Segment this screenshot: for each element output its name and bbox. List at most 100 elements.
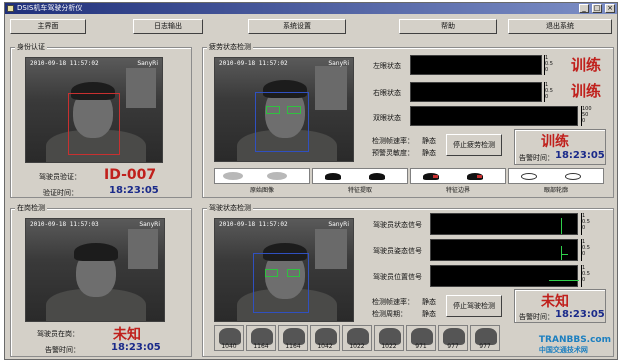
both-eye-label: 双眼状态 xyxy=(373,114,401,122)
presence-time-label: 告警时间： xyxy=(45,346,80,354)
driver-verify-label: 驾驶员验证： xyxy=(39,173,81,181)
watermark-site: TRANBBS.com xyxy=(538,335,611,345)
presence-group: 在岗检测 2010-09-18 11:57:03 SanyRi 驾驶员在岗： 未… xyxy=(10,204,192,357)
driving-period-label: 检测周期： xyxy=(372,310,407,318)
fatigue-camera-view: 2010-09-18 11:57:02 SanyRi xyxy=(214,57,354,162)
fatigue-timestamp: 2010-09-18 11:57:02 xyxy=(219,60,288,67)
driver-position-scale: 1 0.5 0 xyxy=(581,265,590,287)
detect-rate-label: 检测帧速率： xyxy=(372,137,414,145)
app-window: DSIS机车驾驶分析仪 _ □ × 主界面 日志输出 系统设置 帮助 退出系统 … xyxy=(4,2,618,360)
fatigue-group: 疲劳状态检测 2010-09-18 11:57:02 SanyRi 左眼状态 1… xyxy=(202,43,614,198)
feature-edge-image xyxy=(410,168,506,184)
thumbnail-frame-number: 977 xyxy=(447,343,459,350)
left-eye-status: 训练 xyxy=(571,56,602,74)
watermark-logo: TRANBBS.com 中国交通技术网 xyxy=(539,335,611,355)
close-button[interactable]: × xyxy=(605,4,615,13)
feature-original-caption: 原始图像 xyxy=(249,187,274,194)
stop-fatigue-button[interactable]: 停止疲劳检测 xyxy=(446,134,502,156)
left-eye-signal xyxy=(410,55,542,75)
face-thumbnail[interactable]: 1164 xyxy=(246,325,276,351)
face-thumbnail[interactable]: 977 xyxy=(438,325,468,351)
right-eye-signal xyxy=(410,82,542,102)
face-thumbnail[interactable]: 1022 xyxy=(342,325,372,351)
warn-sensitivity-value: 静态 xyxy=(422,149,436,157)
feature-contour-caption: 眼部轮廓 xyxy=(543,187,568,194)
thumbnail-frame-number: 977 xyxy=(479,343,491,350)
menu-main-button[interactable]: 主界面 xyxy=(10,19,86,34)
feature-contour-image xyxy=(508,168,604,184)
right-eye-scale: 1 0.5 0 xyxy=(544,82,553,102)
both-eye-scale: 100 50 0 xyxy=(581,106,592,126)
title-bar: DSIS机车驾驶分析仪 xyxy=(5,3,617,14)
fatigue-warn-time-label: 告警时间： xyxy=(519,154,554,162)
thumbnail-frame-number: 1042 xyxy=(317,343,333,350)
stop-driving-button[interactable]: 停止驾驶检测 xyxy=(446,295,502,317)
driving-timestamp: 2010-09-18 11:57:02 xyxy=(219,221,288,228)
identity-legend: 身份认证 xyxy=(15,43,47,52)
presence-legend: 在岗检测 xyxy=(15,204,47,213)
fatigue-warn-time-value: 18:23:05 xyxy=(555,150,605,161)
feature-original-image xyxy=(214,168,310,184)
presence-timestamp: 2010-09-18 11:57:03 xyxy=(30,221,99,228)
app-icon xyxy=(7,5,14,12)
menu-exit-button[interactable]: 退出系统 xyxy=(508,19,612,34)
identity-camera-view: 2010-09-18 11:57:02 SanyRi xyxy=(25,57,163,163)
right-eye-status: 训练 xyxy=(571,82,602,100)
minimize-button[interactable]: _ xyxy=(579,4,589,13)
face-thumbnail[interactable]: 1040 xyxy=(214,325,244,351)
driving-stamp-right: SanyRi xyxy=(328,221,349,228)
thumbnail-frame-number: 1164 xyxy=(253,343,269,350)
right-eye-label: 右眼状态 xyxy=(373,89,401,97)
driving-period-value: 静态 xyxy=(422,310,436,318)
driver-posture-signal xyxy=(430,239,578,261)
thumbnail-frame-number: 971 xyxy=(415,343,427,350)
driver-state-scale: 1 0.5 0 xyxy=(581,213,590,235)
fatigue-legend: 疲劳状态检测 xyxy=(207,43,253,52)
both-eye-signal xyxy=(410,106,578,126)
right-eye-box xyxy=(287,106,301,114)
face-thumbnail[interactable]: 971 xyxy=(406,325,436,351)
driver-position-signal-label: 驾驶员位置信号 xyxy=(373,273,422,281)
thumbnail-frame-number: 1164 xyxy=(285,343,301,350)
face-thumbnail[interactable]: 1042 xyxy=(310,325,340,351)
left-eye-box xyxy=(265,269,278,277)
driver-id-value: ID-007 xyxy=(104,167,157,183)
thumbnail-frame-number: 1022 xyxy=(381,343,397,350)
thumbnail-frame-number: 1022 xyxy=(349,343,365,350)
maximize-button[interactable]: □ xyxy=(592,4,602,13)
fatigue-warning-panel: 训练 告警时间： 18:23:05 xyxy=(514,129,606,165)
menu-log-button[interactable]: 日志输出 xyxy=(133,19,203,34)
driver-state-signal xyxy=(430,213,578,235)
left-eye-scale: 1 0.5 0 xyxy=(544,55,553,75)
feature-edge-caption: 特征边界 xyxy=(445,187,470,194)
feature-extract-caption: 特征提取 xyxy=(347,187,372,194)
menu-help-button[interactable]: 帮助 xyxy=(399,19,497,34)
driving-camera-view: 2010-09-18 11:57:02 SanyRi xyxy=(214,218,354,322)
face-thumbnail[interactable]: 1022 xyxy=(374,325,404,351)
thumbnail-frame-number: 1040 xyxy=(221,343,237,350)
driving-legend: 驾驶状态检测 xyxy=(207,204,253,213)
face-thumbnail[interactable]: 977 xyxy=(470,325,500,351)
left-eye-label: 左眼状态 xyxy=(373,62,401,70)
warn-sensitivity-label: 预警灵敏度： xyxy=(372,149,414,157)
verify-time-label: 验证时间： xyxy=(43,189,78,197)
fatigue-warning-status: 训练 xyxy=(541,134,569,150)
face-detect-box xyxy=(68,93,120,155)
driving-warn-time-label: 告警时间： xyxy=(519,313,554,321)
right-eye-box xyxy=(287,269,300,277)
driver-position-signal xyxy=(430,265,579,287)
driver-posture-signal-label: 驾驶员姿态信号 xyxy=(373,247,422,255)
driving-warn-time-value: 18:23:05 xyxy=(555,309,605,320)
feature-extract-image xyxy=(312,168,408,184)
watermark-caption: 中国交通技术网 xyxy=(538,346,588,354)
driving-warning-panel: 未知 告警时间： 18:23:05 xyxy=(514,289,606,323)
driving-rate-label: 检测帧速率： xyxy=(372,298,414,306)
face-thumbnail[interactable]: 1164 xyxy=(278,325,308,351)
identity-stamp-right: SanyRi xyxy=(137,60,158,67)
driving-rate-value: 静态 xyxy=(422,298,436,306)
menu-settings-button[interactable]: 系统设置 xyxy=(248,19,346,34)
identity-timestamp: 2010-09-18 11:57:02 xyxy=(30,60,99,67)
fatigue-stamp-right: SanyRi xyxy=(328,60,349,67)
driver-presence-label: 驾驶员在岗： xyxy=(37,330,79,338)
left-eye-box xyxy=(266,106,280,114)
